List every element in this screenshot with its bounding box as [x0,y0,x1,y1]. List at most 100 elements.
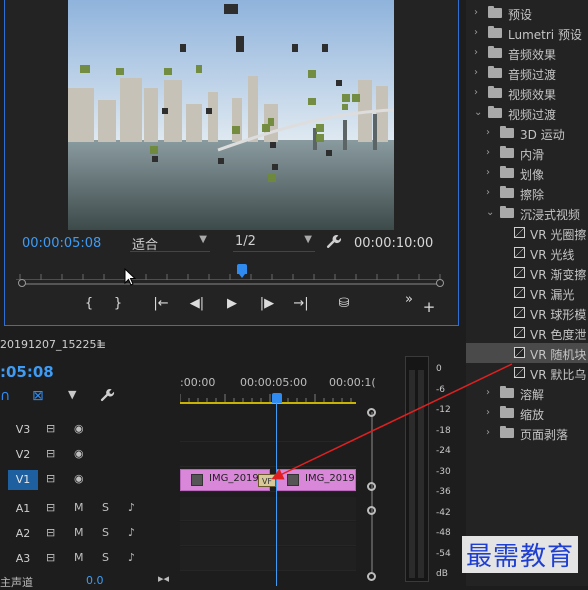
chevron-right-icon[interactable]: › [474,27,478,38]
track-target-toggle[interactable]: V1 [8,470,38,490]
sync-lock-icon[interactable]: ⊟ [46,501,55,514]
button-editor-plus-icon[interactable]: + [418,298,440,316]
scrollbar-top-handle[interactable] [367,408,376,417]
track-target-toggle[interactable]: A1 [8,499,38,519]
effects-item[interactable]: › 视频效果 [466,83,588,103]
chevron-right-icon[interactable]: › [486,147,490,158]
track-target-toggle[interactable]: V3 [8,420,38,440]
effects-item[interactable]: › 预设 [466,3,588,23]
master-go-to-end-icon[interactable]: ▸◂ [158,572,169,585]
scrollbar-left-handle[interactable] [18,279,26,287]
scrollbar-bottom-handle[interactable] [367,572,376,581]
track-target-toggle[interactable]: A2 [8,524,38,544]
mark-out-button[interactable]: } [107,296,129,311]
video-clip[interactable]: IMG_20191 [276,469,361,491]
track-header-audio[interactable]: A1 ⊟ M S ♪ [0,497,178,521]
effects-item[interactable]: VR 光线 [466,243,588,263]
snap-magnet-icon[interactable]: ∩ [0,388,10,404]
solo-button[interactable]: S [102,501,109,514]
chevron-right-icon[interactable]: › [474,87,478,98]
track-header-video[interactable]: V2 ⊟ ◉ [0,443,178,467]
effects-item[interactable]: › 音频过渡 [466,63,588,83]
effects-item[interactable]: › 划像 [466,163,588,183]
work-area-bar[interactable] [180,402,356,404]
effects-item[interactable]: › 溶解 [466,383,588,403]
effects-item[interactable]: VR 渐变擦 [466,263,588,283]
timeline-playhead[interactable] [272,393,282,403]
track-header-video[interactable]: V1 ⊟ ◉ [0,468,178,492]
chevron-down-icon[interactable]: ⌄ [486,207,494,218]
effects-item[interactable]: › 内滑 [466,143,588,163]
chevron-right-icon[interactable]: › [486,387,490,398]
effects-item[interactable]: › 音频效果 [466,43,588,63]
sync-lock-icon[interactable]: ⊟ [46,526,55,539]
solo-button[interactable]: S [102,551,109,564]
monitor-time-ruler[interactable] [16,264,441,280]
track-header-video[interactable]: V3 ⊟ ◉ [0,418,178,442]
effects-item[interactable]: VR 漏光 [466,283,588,303]
export-frame-icon[interactable]: ⛁ [333,296,355,311]
track-target-toggle[interactable]: V2 [8,445,38,465]
mark-in-button[interactable]: { [78,296,100,311]
transition-drop-target[interactable]: VF [258,474,276,487]
scrollbar-right-handle[interactable] [436,279,444,287]
eye-visibility-icon[interactable]: ◉ [74,422,84,435]
add-marker-icon[interactable]: ▼ [68,388,76,401]
mute-button[interactable]: M [74,501,84,514]
effects-item[interactable]: › 擦除 [466,183,588,203]
effects-item[interactable]: › 3D 运动 [466,123,588,143]
go-to-in-button[interactable]: |← [150,296,172,311]
track-target-toggle[interactable]: A3 [8,549,38,569]
effects-item[interactable]: ⌄ 沉浸式视频 [466,203,588,223]
playback-resolution-dropdown[interactable]: 1/2 ▼ [233,234,315,252]
effects-item[interactable]: ⌄ 视频过渡 [466,103,588,123]
track-lane-v2[interactable] [180,443,356,467]
linked-selection-icon[interactable]: ⊠ [32,388,44,404]
effects-item[interactable]: VR 光圈擦 [466,223,588,243]
timeline-time-ruler[interactable] [180,392,360,402]
sequence-tab-title[interactable]: 20191207_152251 [0,338,103,351]
effects-item[interactable]: › Lumetri 预设 [466,23,588,43]
step-back-button[interactable]: ◀| [186,296,208,311]
track-lane-v3[interactable] [180,418,356,442]
microphone-icon[interactable]: ♪ [128,526,135,539]
monitor-playhead[interactable] [237,264,247,278]
mute-button[interactable]: M [74,526,84,539]
chevron-right-icon[interactable]: › [486,167,490,178]
chevron-down-icon[interactable]: ⌄ [474,107,482,118]
track-header-audio[interactable]: A2 ⊟ M S ♪ [0,522,178,546]
chevron-right-icon[interactable]: › [486,187,490,198]
wrench-settings-icon[interactable] [326,234,342,254]
track-lane-a2[interactable] [180,522,356,546]
microphone-icon[interactable]: ♪ [128,501,135,514]
track-header-audio[interactable]: A3 ⊟ M S ♪ [0,547,178,571]
track-lane-a3[interactable] [180,547,356,571]
effects-item[interactable]: VR 随机块 [466,343,588,363]
timeline-vertical-scrollbar[interactable] [371,412,373,572]
more-controls-icon[interactable]: » [398,292,420,307]
effects-item[interactable]: VR 球形模 [466,303,588,323]
effects-item[interactable]: VR 默比乌 [466,363,588,383]
effects-item[interactable]: VR 色度泄 [466,323,588,343]
go-to-out-button[interactable]: →| [290,296,312,311]
effects-item[interactable]: › 缩放 [466,403,588,423]
chevron-right-icon[interactable]: › [486,407,490,418]
timeline-settings-wrench-icon[interactable] [100,388,115,407]
zoom-fit-dropdown[interactable]: 适合 ▼ [130,234,210,253]
effects-item[interactable]: › 页面剥落 [466,423,588,443]
playhead-timecode[interactable]: 00:00:05:08 [22,236,101,251]
monitor-zoom-scrollbar[interactable] [20,283,442,285]
step-forward-button[interactable]: |▶ [256,296,278,311]
sync-lock-icon[interactable]: ⊟ [46,551,55,564]
sync-lock-icon[interactable]: ⊟ [46,447,55,460]
chevron-right-icon[interactable]: › [474,47,478,58]
scrollbar-mid-handle[interactable] [367,506,376,515]
eye-visibility-icon[interactable]: ◉ [74,472,84,485]
master-volume-value[interactable]: 0.0 [86,574,104,587]
video-clip[interactable]: IMG_20191 [180,469,270,491]
track-lane-a1[interactable] [180,497,356,521]
timeline-timecode[interactable]: :05:08 [0,363,54,381]
chevron-right-icon[interactable]: › [474,7,478,18]
sync-lock-icon[interactable]: ⊟ [46,472,55,485]
chevron-right-icon[interactable]: › [486,427,490,438]
